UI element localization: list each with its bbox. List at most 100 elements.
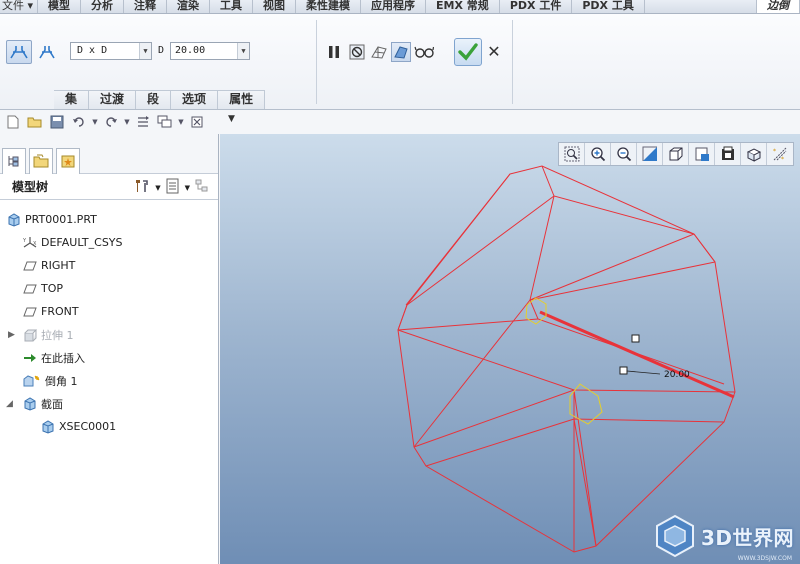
chamfer-scheme-select[interactable]: D x D ▼ <box>70 42 152 60</box>
tab-favorites[interactable] <box>56 147 80 174</box>
pause-icon <box>329 46 339 58</box>
watermark-sub: WWW.3DSJW.COM <box>737 555 792 562</box>
tree-filter-button[interactable] <box>194 178 210 197</box>
model-tree-list: PRT0001.PRT YX DEFAULT_CSYS RIGHT TOP FR… <box>0 200 218 438</box>
ok-button[interactable] <box>454 38 482 66</box>
tab-analysis[interactable]: 分析 <box>81 0 125 13</box>
watermark-text: 3D世界网 <box>700 525 794 550</box>
part-icon <box>6 212 22 227</box>
tree-item-xsec[interactable]: XSEC0001 <box>0 415 218 438</box>
save-icon <box>50 115 64 129</box>
chevron-down-icon[interactable]: ▼ <box>185 184 190 192</box>
tab-sets[interactable]: 集 <box>54 91 90 109</box>
tree-item-right[interactable]: RIGHT <box>0 254 218 277</box>
geometry-preview-button[interactable] <box>369 42 389 62</box>
collapse-arrow-icon[interactable]: ◢ <box>6 399 13 409</box>
d-value-text: 20.00 <box>175 45 206 56</box>
folder-open-icon <box>27 117 42 128</box>
tab-tools[interactable]: 工具 <box>210 0 254 13</box>
drag-handle[interactable] <box>631 334 640 343</box>
glasses-preview-button[interactable] <box>414 42 434 62</box>
d-label: D <box>158 45 165 56</box>
xsection-icon <box>40 419 56 434</box>
expand-arrow-icon[interactable]: ▶ <box>8 330 15 340</box>
tree-item-label: TOP <box>41 282 64 295</box>
chevron-down-icon: ▼ <box>124 118 130 126</box>
watermark-logo-icon <box>655 514 694 558</box>
tab-options[interactable]: 选项 <box>171 91 219 109</box>
tab-emx[interactable]: EMX 常规 <box>426 0 500 13</box>
regenerate-button[interactable] <box>132 112 154 132</box>
windows-button[interactable] <box>154 112 176 132</box>
verify-mode-button[interactable] <box>391 42 411 62</box>
tab-render[interactable]: 渲染 <box>167 0 211 13</box>
tree-item-extrude[interactable]: ▶ 拉伸 1 <box>0 323 218 346</box>
selected-edge[interactable] <box>539 310 735 399</box>
chevron-down-icon: ▼ <box>92 118 98 126</box>
save-button[interactable] <box>46 112 68 132</box>
tree-item-chamfer[interactable]: 倒角 1 <box>0 369 218 392</box>
tab-pdx-tools[interactable]: PDX 工具 <box>572 0 645 13</box>
glasses-icon <box>414 46 434 58</box>
tree-item-label: 拉伸 1 <box>41 328 74 342</box>
tree-item-insert-here[interactable]: 在此插入 <box>0 346 218 369</box>
close-window-button[interactable] <box>186 112 208 132</box>
tree-item-label: DEFAULT_CSYS <box>41 236 123 249</box>
tab-edge-chamfer[interactable]: 边倒 <box>756 0 800 13</box>
tab-properties[interactable]: 属性 <box>218 91 266 109</box>
tab-pieces[interactable]: 段 <box>136 91 172 109</box>
tree-item-top[interactable]: TOP <box>0 277 218 300</box>
d-value-input[interactable]: 20.00 ▼ <box>170 42 250 60</box>
chevron-down-icon: ▼ <box>237 43 249 59</box>
tree-item-label: FRONT <box>41 305 79 318</box>
tree-item-label: 在此插入 <box>41 351 85 365</box>
tab-annotate[interactable]: 注释 <box>124 0 168 13</box>
chevron-down-icon[interactable]: ▼ <box>155 184 160 192</box>
tab-view[interactable]: 视图 <box>253 0 297 13</box>
chamfer-scheme-value: D x D <box>77 45 108 56</box>
tree-filter-icon <box>195 179 208 192</box>
show-button[interactable] <box>165 178 181 197</box>
file-menu[interactable]: 文件 ▾ <box>0 0 39 13</box>
drag-handle[interactable] <box>619 366 628 375</box>
set-mode-button[interactable] <box>6 40 32 64</box>
tab-model-tree[interactable] <box>2 147 26 174</box>
tab-folder-browser[interactable] <box>29 147 53 174</box>
tab-pdx-workpiece[interactable]: PDX 工件 <box>500 0 573 13</box>
tree-item-part[interactable]: PRT0001.PRT <box>0 208 218 231</box>
redo-dropdown[interactable]: ▼ <box>122 112 132 132</box>
tab-transitions[interactable]: 过渡 <box>89 91 137 109</box>
tree-item-label: RIGHT <box>41 259 76 272</box>
tree-item-front[interactable]: FRONT <box>0 300 218 323</box>
regenerate-icon <box>138 116 149 127</box>
favorites-icon <box>61 155 75 168</box>
model-canvas: 20.00 <box>397 165 736 553</box>
tab-model[interactable]: 模型 <box>38 0 82 13</box>
new-file-button[interactable] <box>2 112 24 132</box>
dashboard-pane-tabs: 集 过渡 段 选项 属性 <box>54 90 266 109</box>
model-tree-tools: ▼ ▼ <box>133 178 210 197</box>
chamfered-block-wireframe <box>397 165 736 553</box>
open-button[interactable] <box>24 112 46 132</box>
svg-text:X: X <box>33 241 37 247</box>
tree-item-section[interactable]: ◢ 截面 <box>0 392 218 415</box>
model-tree-icon <box>8 156 19 167</box>
graphics-window[interactable]: * * 20.00 3D世界网 WWW.3DSJW.COM <box>220 134 800 564</box>
folder-icon <box>33 154 49 168</box>
tab-flexible-modeling[interactable]: 柔性建模 <box>296 0 362 13</box>
windows-dropdown[interactable]: ▼ <box>176 112 186 132</box>
cancel-button[interactable]: ✕ <box>484 40 504 64</box>
transition-mode-button[interactable] <box>34 40 60 64</box>
tree-item-default-csys[interactable]: YX DEFAULT_CSYS <box>0 231 218 254</box>
dimension-value[interactable]: 20.00 <box>664 370 690 380</box>
pause-button[interactable] <box>324 42 344 62</box>
tree-settings-button[interactable] <box>133 178 151 197</box>
redo-icon <box>106 117 117 127</box>
tree-item-label: 截面 <box>41 397 63 411</box>
undo-button[interactable] <box>68 112 90 132</box>
no-preview-button[interactable] <box>347 42 367 62</box>
redo-button[interactable] <box>100 112 122 132</box>
tab-applications[interactable]: 应用程序 <box>361 0 427 13</box>
undo-dropdown[interactable]: ▼ <box>90 112 100 132</box>
customize-qat-button[interactable]: ▼ <box>228 114 235 124</box>
